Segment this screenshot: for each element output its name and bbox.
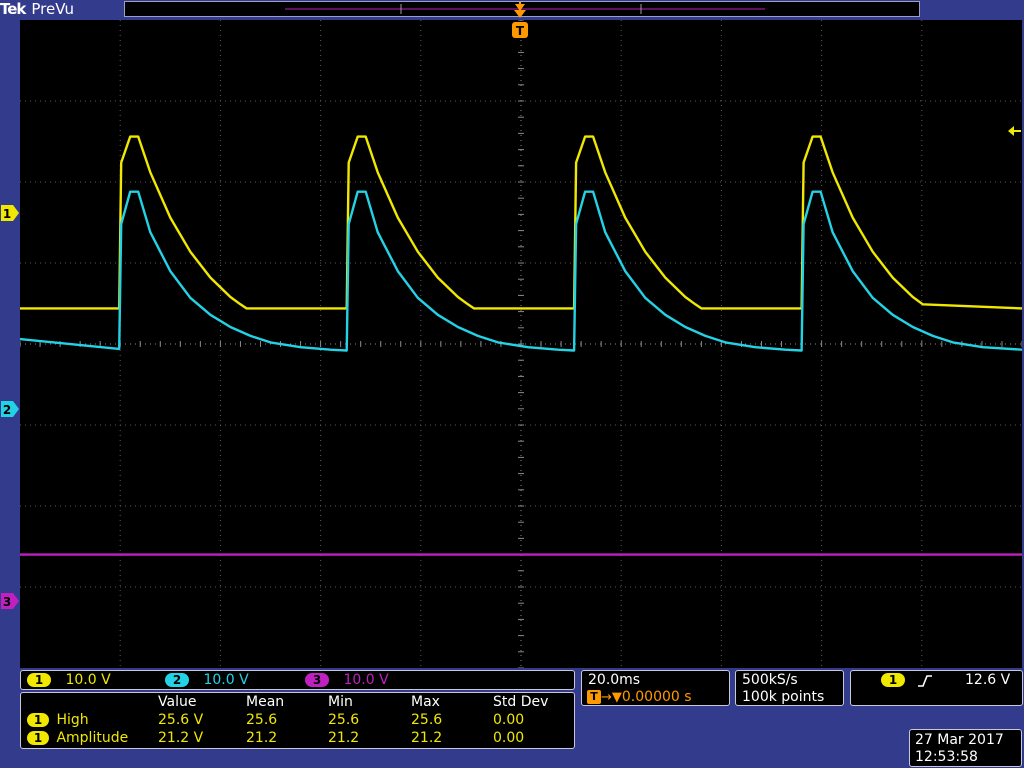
- channel-3-badge: 3: [305, 673, 329, 687]
- channel-scale-panel: 1 10.0 V 2 10.0 V 3 10.0 V: [20, 670, 575, 690]
- trigger-delay-icon: T: [587, 690, 601, 704]
- time-readout: 12:53:58: [915, 749, 978, 765]
- delay-arrow-icon: →▼: [601, 690, 622, 705]
- channel-3-ground-marker[interactable]: 3: [0, 592, 20, 610]
- trigger-panel[interactable]: 1 12.6 V: [850, 670, 1023, 706]
- sample-rate-readout: 500kS/s: [742, 672, 798, 688]
- acquisition-panel[interactable]: 500kS/s 100k points: [735, 670, 844, 706]
- channel-2-scale: 10.0 V: [203, 672, 249, 688]
- measurement-source-badge: 1: [27, 713, 49, 727]
- rising-edge-icon: [918, 675, 932, 687]
- channel-1-ground-label: 1: [3, 207, 11, 221]
- trigger-delay-readout: T →▼0.00000 s: [587, 689, 692, 706]
- trigger-level-readout: 12.6 V: [965, 672, 1011, 688]
- channel-2-ground-label: 2: [3, 403, 11, 417]
- channel-3-ground-label: 3: [3, 595, 11, 609]
- measurement-panel[interactable]: Value Mean Min Max Std Dev 1 High 25.6 V…: [20, 692, 575, 749]
- measurement-header-min: Min: [328, 694, 353, 710]
- channel-1-ground-marker[interactable]: 1: [0, 204, 20, 222]
- channel-2-readout[interactable]: 2 10.0 V: [165, 672, 249, 688]
- measurement-value: 25.6 V: [158, 712, 204, 728]
- datetime-panel: 27 Mar 2017 12:53:58: [909, 729, 1022, 767]
- measurement-value: 21.2 V: [158, 730, 204, 746]
- channel-2-ground-marker[interactable]: 2: [0, 400, 20, 418]
- acquisition-mode: PreVu: [31, 0, 74, 18]
- channel-2-badge: 2: [165, 673, 189, 687]
- measurement-mean: 25.6: [246, 712, 278, 728]
- channel-1-scale: 10.0 V: [65, 672, 111, 688]
- channel-3-scale: 10.0 V: [343, 672, 389, 688]
- measurement-std-dev: 0.00: [493, 730, 525, 746]
- measurement-max: 25.6: [411, 712, 443, 728]
- measurement-header-std-dev: Std Dev: [493, 694, 549, 710]
- horizontal-panel[interactable]: 20.0ms T →▼0.00000 s: [581, 670, 730, 706]
- trigger-source-badge: 1: [881, 673, 905, 687]
- trigger-level-arrow-icon[interactable]: [1006, 124, 1022, 138]
- channel-1-badge: 1: [27, 673, 51, 687]
- timebase-readout: 20.0ms: [588, 672, 641, 688]
- channel-1-readout[interactable]: 1 10.0 V: [27, 672, 111, 688]
- trigger-source: 1: [881, 672, 905, 688]
- measurement-max: 21.2: [411, 730, 443, 746]
- record-length-readout: 100k points: [742, 689, 825, 705]
- trigger-marker-label: T: [516, 24, 525, 38]
- measurement-header-max: Max: [411, 694, 440, 710]
- waveform-display[interactable]: [20, 20, 1022, 668]
- trigger-delay-value: 0.00000 s: [621, 689, 692, 705]
- measurement-row-high[interactable]: 1 High: [27, 712, 89, 728]
- measurement-mean: 21.2: [246, 730, 278, 746]
- measurement-header-value: Value: [158, 694, 197, 710]
- channel-3-readout[interactable]: 3 10.0 V: [305, 672, 389, 688]
- brand-label: Tek PreVu: [0, 0, 74, 18]
- trigger-position-marker[interactable]: T: [510, 0, 530, 40]
- measurement-row-amplitude[interactable]: 1 Amplitude: [27, 730, 128, 746]
- measurement-std-dev: 0.00: [493, 712, 525, 728]
- brand-name: Tek: [0, 0, 26, 18]
- measurement-source-badge: 1: [27, 731, 49, 745]
- channel-1-trace: [20, 135, 1022, 310]
- date-readout: 27 Mar 2017: [915, 732, 1004, 748]
- measurement-header-mean: Mean: [246, 694, 285, 710]
- measurement-name: Amplitude: [56, 730, 129, 746]
- measurement-name: High: [56, 712, 89, 728]
- measurement-min: 25.6: [328, 712, 360, 728]
- measurement-min: 21.2: [328, 730, 360, 746]
- waveform-plot: [20, 20, 1022, 668]
